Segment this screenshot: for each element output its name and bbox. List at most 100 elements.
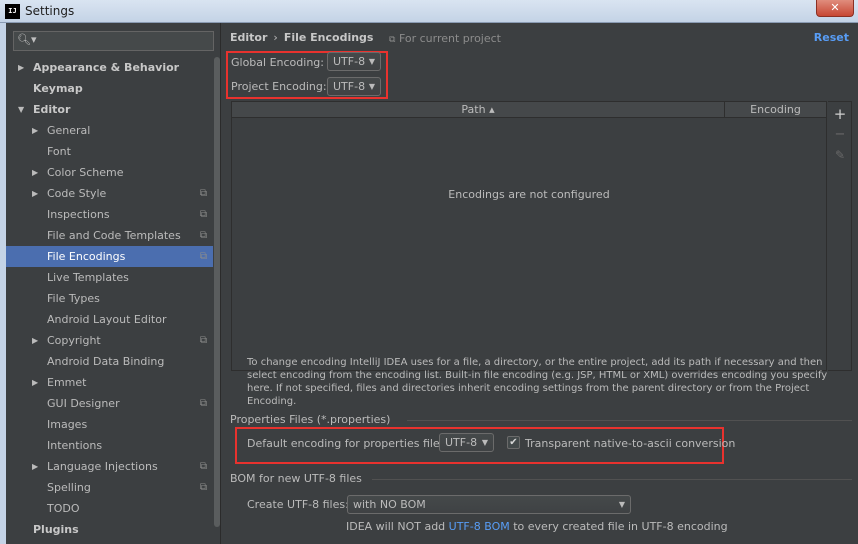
breadcrumb-parent: Editor (230, 31, 268, 44)
sidebar-item-emmet[interactable]: ▶ Emmet (6, 372, 213, 393)
sidebar-item-label: Images (47, 418, 88, 431)
sidebar-item-label: Android Data Binding (47, 355, 165, 368)
sidebar-item-intentions[interactable]: Intentions (6, 435, 213, 456)
sidebar-scrollbar-thumb[interactable] (214, 57, 220, 527)
remove-icon[interactable]: − (828, 127, 852, 142)
sidebar-item-general[interactable]: ▶ General (6, 120, 213, 141)
sidebar-item-label: Android Layout Editor (47, 313, 167, 326)
sidebar-item-inspections[interactable]: Inspections ⧉ (6, 204, 213, 225)
project-scope-icon: ⧉ (199, 461, 207, 472)
project-scope-icon: ⧉ (199, 398, 207, 409)
sidebar-item-label: General (47, 124, 91, 137)
sidebar-item-keymap[interactable]: Keymap (6, 78, 213, 99)
table-toolbar: + − ✎ (828, 101, 852, 371)
sidebar-scrollbar[interactable] (214, 57, 220, 539)
properties-section-title: Properties Files (*.properties) (230, 413, 391, 426)
collapsed-arrow-icon[interactable]: ▶ (32, 330, 38, 351)
add-icon[interactable]: + (828, 105, 852, 123)
global-encoding-value: UTF-8 (333, 55, 366, 68)
bom-select[interactable]: with NO BOM ▼ (347, 495, 631, 514)
bom-note: IDEA will NOT add UTF-8 BOM to every cre… (346, 520, 728, 533)
sidebar-item-spelling[interactable]: Spelling ⧉ (6, 477, 213, 498)
global-encoding-select[interactable]: UTF-8 ▼ (327, 52, 381, 71)
sidebar-item-plugins[interactable]: Plugins (6, 519, 213, 540)
chevron-down-icon: ▼ (368, 57, 375, 66)
for-current-project-note: ⧉ For current project (389, 32, 501, 45)
sidebar-item-gui-designer[interactable]: GUI Designer ⧉ (6, 393, 213, 414)
breadcrumb-separator: › (273, 31, 278, 44)
encodings-table[interactable]: Path ▴ Encoding Encodings are not config… (231, 101, 827, 371)
collapsed-arrow-icon[interactable]: ▶ (18, 57, 24, 78)
sidebar-item-label: Code Style (47, 187, 107, 200)
project-scope-icon: ⧉ (199, 230, 207, 241)
sidebar-item-label: Keymap (33, 82, 83, 95)
sidebar-item-label: Plugins (33, 523, 79, 536)
sidebar-item-label: File Encodings (47, 250, 126, 263)
sidebar-item-label: Intentions (47, 439, 103, 452)
transparent-ascii-checkbox[interactable]: ✔ (507, 436, 520, 449)
settings-search-input[interactable]: 🔍︎▾ (13, 31, 214, 51)
sidebar-item-label: Emmet (47, 376, 87, 389)
project-encoding-select[interactable]: UTF-8 ▼ (327, 77, 381, 96)
bom-select-value: with NO BOM (353, 498, 426, 511)
default-properties-encoding-label: Default encoding for properties files: (247, 437, 450, 450)
settings-tree: ▶ Appearance & Behavior Keymap ▼ Editor ▶ Gene… (6, 57, 213, 540)
sidebar-item-code-style[interactable]: ▶ Code Style ⧉ (6, 183, 213, 204)
window-title: Settings (25, 4, 75, 18)
sidebar-item-copyright[interactable]: ▶ Copyright ⧉ (6, 330, 213, 351)
utf8-bom-link[interactable]: UTF-8 BOM (449, 520, 510, 533)
sidebar-item-images[interactable]: Images (6, 414, 213, 435)
sidebar-item-label: Copyright (47, 334, 101, 347)
table-header: Path ▴ Encoding (232, 102, 826, 118)
collapsed-arrow-icon[interactable]: ▶ (32, 162, 38, 183)
sidebar-item-label: Font (47, 145, 71, 158)
sidebar-item-todo[interactable]: TODO (6, 498, 213, 519)
collapsed-arrow-icon[interactable]: ▶ (32, 372, 38, 393)
settings-sidebar: 🔍︎▾ ▶ Appearance & Behavior Keymap ▼ Editor ▶… (6, 23, 221, 544)
sidebar-item-label: Editor (33, 103, 71, 116)
title-bar: IJ Settings ✕ (0, 0, 858, 23)
sidebar-item-label: File Types (47, 292, 100, 305)
sidebar-item-label: TODO (47, 502, 80, 515)
sidebar-item-file-encodings[interactable]: File Encodings ⧉ (6, 246, 213, 267)
sidebar-item-label: Language Injections (47, 460, 158, 473)
sidebar-item-file-types[interactable]: File Types (6, 288, 213, 309)
close-window-button[interactable]: ✕ (816, 0, 854, 17)
reset-link[interactable]: Reset (814, 31, 849, 44)
column-header-path[interactable]: Path ▴ (232, 102, 725, 118)
sidebar-item-label: File and Code Templates (47, 229, 181, 242)
collapsed-arrow-icon[interactable]: ▶ (32, 120, 38, 141)
column-header-encoding[interactable]: Encoding (725, 102, 826, 118)
sidebar-item-language-injections[interactable]: ▶ Language Injections ⧉ (6, 456, 213, 477)
breadcrumb-current: File Encodings (283, 31, 374, 44)
sidebar-item-label: GUI Designer (47, 397, 120, 410)
bom-section-title: BOM for new UTF-8 files (230, 472, 362, 485)
search-icon: 🔍︎▾ (17, 33, 37, 46)
bom-note-suffix: to every created file in UTF-8 encoding (509, 520, 728, 533)
sidebar-item-color-scheme[interactable]: ▶ Color Scheme (6, 162, 213, 183)
encoding-description: To change encoding IntelliJ IDEA uses fo… (247, 357, 828, 407)
table-empty-text: Encodings are not configured (448, 188, 610, 201)
sidebar-item-android-layout-editor[interactable]: Android Layout Editor (6, 309, 213, 330)
sidebar-item-editor[interactable]: ▼ Editor (6, 99, 213, 120)
expanded-arrow-icon[interactable]: ▼ (18, 99, 24, 120)
global-encoding-label: Global Encoding: (231, 56, 324, 69)
collapsed-arrow-icon[interactable]: ▶ (32, 183, 38, 204)
sidebar-item-font[interactable]: Font (6, 141, 213, 162)
sidebar-item-appearance-behavior[interactable]: ▶ Appearance & Behavior (6, 57, 213, 78)
sidebar-item-live-templates[interactable]: Live Templates (6, 267, 213, 288)
project-scope-icon: ⧉ (199, 335, 207, 346)
breadcrumb: Editor › File Encodings (230, 31, 373, 44)
properties-encoding-select[interactable]: UTF-8 ▼ (439, 433, 494, 452)
project-scope-icon: ⧉ (199, 209, 207, 220)
chevron-down-icon: ▼ (368, 82, 375, 91)
edit-icon[interactable]: ✎ (828, 148, 852, 162)
transparent-ascii-label[interactable]: Transparent native-to-ascii conversion (525, 437, 735, 450)
project-scope-icon: ⧉ (199, 251, 207, 262)
sidebar-item-android-data-binding[interactable]: Android Data Binding (6, 351, 213, 372)
sidebar-item-label: Inspections (47, 208, 110, 221)
for-current-project-label: For current project (398, 32, 501, 45)
collapsed-arrow-icon[interactable]: ▶ (32, 456, 38, 477)
intellij-app-icon: IJ (5, 4, 20, 19)
sidebar-item-file-and-code-templates[interactable]: File and Code Templates ⧉ (6, 225, 213, 246)
